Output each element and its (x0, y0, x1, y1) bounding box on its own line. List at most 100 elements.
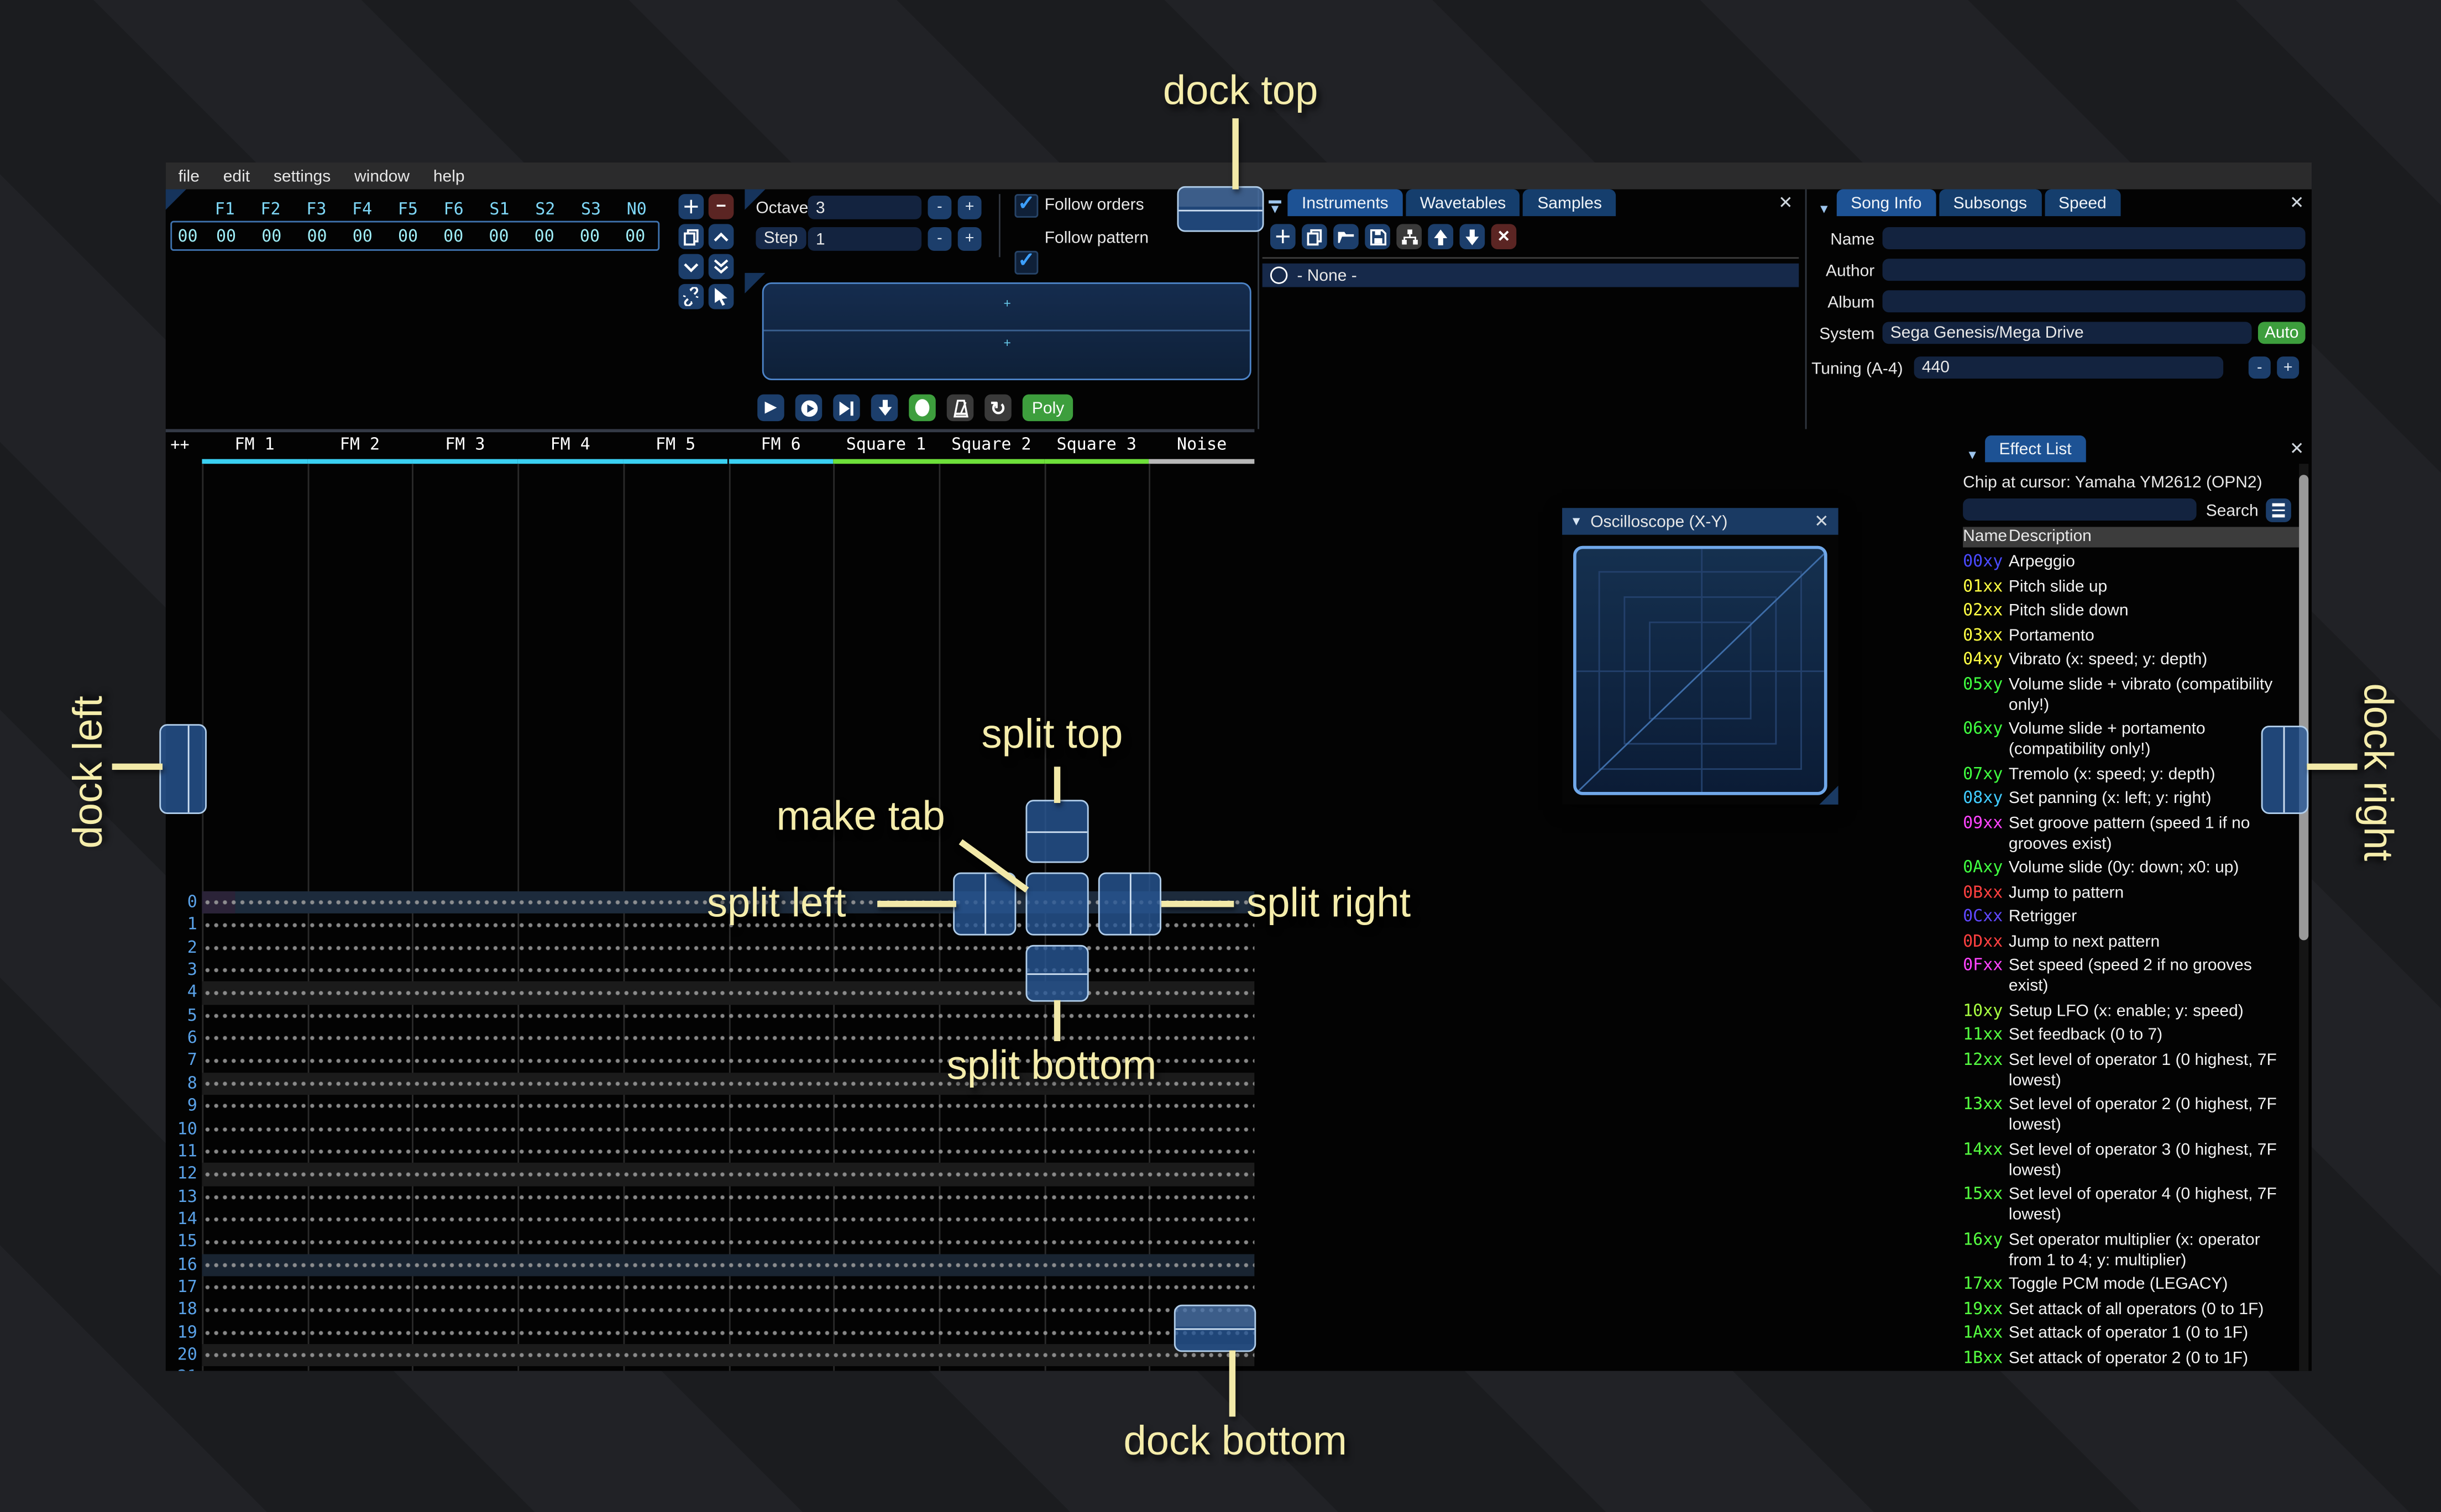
effect-row[interactable]: 04xy Vibrato (x: speed; y: depth) (1963, 650, 2297, 670)
effect-list-menu-button[interactable] (2266, 498, 2291, 522)
close-icon[interactable]: ✕ (2290, 192, 2304, 213)
order-cell[interactable]: 00 (249, 227, 294, 245)
effect-row[interactable]: 17xx Toggle PCM mode (LEGACY) (1963, 1275, 2297, 1295)
menu-item-settings[interactable]: settings (274, 166, 331, 185)
row-cells[interactable] (202, 1321, 1255, 1345)
name-field[interactable] (1882, 227, 2306, 250)
instrument-list-item[interactable]: - None - (1262, 263, 1799, 287)
step-one-row-button[interactable] (871, 394, 898, 422)
album-field[interactable] (1882, 290, 2306, 313)
move-order-up-button[interactable] (708, 224, 734, 250)
order-cell[interactable]: 00 (203, 227, 249, 245)
dock-left-target[interactable] (159, 724, 207, 814)
effect-row[interactable]: 02xx Pitch slide down (1963, 601, 2297, 622)
dock-right-target[interactable] (2261, 726, 2309, 814)
dock-top-target[interactable] (1177, 186, 1264, 232)
tab-samples[interactable]: Samples (1523, 189, 1616, 217)
menu-item-help[interactable]: help (433, 166, 465, 185)
row-cells[interactable] (202, 1231, 1255, 1254)
poly-button[interactable]: Poly (1022, 394, 1074, 422)
channel-header-noise[interactable]: Noise (1149, 435, 1254, 459)
play-from-cursor-button[interactable] (833, 394, 860, 422)
effect-row[interactable]: 05xy Volume slide + vibrato (compatibilit… (1963, 674, 2297, 715)
effect-row[interactable]: 12xx Set level of operator 1 (0 highest, … (1963, 1050, 2297, 1091)
tuning-field[interactable]: 440 (1914, 356, 2224, 379)
follow-pattern-checkbox[interactable]: ✓ (1014, 248, 1039, 275)
collapse-icon[interactable]: ▼ (1570, 514, 1583, 529)
order-cell[interactable]: 00 (385, 227, 431, 245)
effect-row[interactable]: 06xy Volume slide + portamento (compatibi… (1963, 720, 2297, 760)
move-instrument-down-button[interactable] (1459, 224, 1485, 250)
open-instrument-button[interactable] (1333, 224, 1359, 250)
channel-header-fm-2[interactable]: FM 2 (307, 435, 412, 459)
octave-input[interactable]: 3 (808, 195, 922, 219)
add-instrument-button[interactable]: ＋ (1270, 224, 1296, 250)
row-cells[interactable] (202, 981, 1255, 1005)
row-cells[interactable] (202, 936, 1255, 959)
effect-row[interactable]: 09xx Set groove pattern (speed 1 if no gr… (1963, 813, 2297, 854)
split-right-target[interactable] (1098, 872, 1161, 936)
effect-row[interactable]: 16xy Set operator multiplier (x: operator… (1963, 1230, 2297, 1271)
tab-wavetables[interactable]: Wavetables (1406, 189, 1520, 217)
order-cell[interactable]: 00 (294, 227, 339, 245)
row-cells[interactable] (202, 1367, 1255, 1371)
duplicate-instrument-button[interactable] (1302, 224, 1327, 250)
play-button[interactable]: ▶ (757, 394, 784, 422)
tab-instruments[interactable]: Instruments (1287, 189, 1403, 217)
split-left-target[interactable] (953, 872, 1017, 936)
order-cell[interactable]: 00 (522, 227, 567, 245)
metronome-button[interactable] (946, 394, 974, 422)
save-instrument-button[interactable] (1365, 224, 1390, 250)
menu-item-window[interactable]: window (354, 166, 410, 185)
close-icon[interactable]: ✕ (2290, 439, 2304, 459)
auto-system-button[interactable]: Auto (2257, 322, 2306, 344)
row-cells[interactable] (202, 1140, 1255, 1163)
effect-row[interactable]: 0Cxx Retrigger (1963, 907, 2297, 927)
effect-row[interactable]: 19xx Set attack of all operators (0 to 1F… (1963, 1299, 2297, 1320)
effect-row[interactable]: 0Axy Volume slide (0y: down; x0: up) (1963, 858, 2297, 879)
channel-header-fm-6[interactable]: FM 6 (728, 435, 833, 459)
tab-subsongs[interactable]: Subsongs (1939, 189, 2041, 217)
tab-speed[interactable]: Speed (2044, 189, 2121, 217)
move-order-down-button[interactable] (678, 254, 704, 280)
channel-header-fm-3[interactable]: FM 3 (412, 435, 517, 459)
order-cell[interactable]: 00 (431, 227, 476, 245)
collapse-icon[interactable]: ▼ (1817, 203, 1830, 216)
effect-row[interactable]: 08xy Set panning (x: left; y: right) (1963, 789, 2297, 809)
step-input[interactable]: 1 (808, 227, 922, 251)
row-cells[interactable] (202, 1253, 1255, 1277)
collapse-icon[interactable]: ▼ (1966, 449, 1979, 461)
row-cells[interactable] (202, 1276, 1255, 1299)
tuning-plus-button[interactable]: + (2277, 356, 2299, 379)
split-bottom-target[interactable] (1025, 944, 1089, 1002)
row-cells[interactable] (202, 1185, 1255, 1209)
order-preview[interactable]: + + (762, 282, 1251, 380)
collapse-icon[interactable]: ▼ (1269, 200, 1281, 215)
order-edit-mode-button[interactable] (708, 284, 734, 309)
channel-header-fm-5[interactable]: FM 5 (623, 435, 728, 459)
effect-row[interactable]: 1Axx Set attack of operator 1 (0 to 1F) (1963, 1324, 2297, 1344)
order-cell[interactable]: 00 (567, 227, 612, 245)
channel-header-square-3[interactable]: Square 3 (1044, 435, 1149, 459)
make-tab-target[interactable] (1025, 872, 1089, 936)
change-all-orders-button[interactable] (678, 284, 704, 309)
edit-record-toggle[interactable] (909, 394, 936, 422)
menu-item-edit[interactable]: edit (223, 166, 250, 185)
effect-row[interactable]: 10xy Setup LFO (x: enable; y: speed) (1963, 1001, 2297, 1021)
effect-row[interactable]: 1Bxx Set attack of operator 2 (0 to 1F) (1963, 1348, 2297, 1368)
pattern-expand-button[interactable]: ++ (170, 437, 189, 454)
row-cells[interactable] (202, 1004, 1255, 1027)
oscilloscope-titlebar[interactable]: ▼ Oscilloscope (X-Y) ✕ (1562, 508, 1838, 535)
tab-song-info[interactable]: Song Info (1836, 189, 1936, 217)
effect-row[interactable]: 03xx Portamento (1963, 626, 2297, 646)
play-pattern-button[interactable] (795, 394, 823, 422)
channel-header-fm-4[interactable]: FM 4 (518, 435, 623, 459)
system-field[interactable]: Sega Genesis/Mega Drive (1882, 322, 2252, 344)
order-cell[interactable]: 00 (612, 227, 658, 245)
step-minus-button[interactable]: - (928, 227, 952, 251)
tab-effect-list[interactable]: Effect List (1984, 435, 2086, 463)
close-icon[interactable]: ✕ (1814, 511, 1829, 532)
channel-header-square-1[interactable]: Square 1 (834, 435, 939, 459)
add-order-button[interactable]: ＋ (678, 194, 704, 219)
orders-row[interactable]: 00 00 00 00 00 00 00 00 00 00 00 (170, 221, 660, 251)
